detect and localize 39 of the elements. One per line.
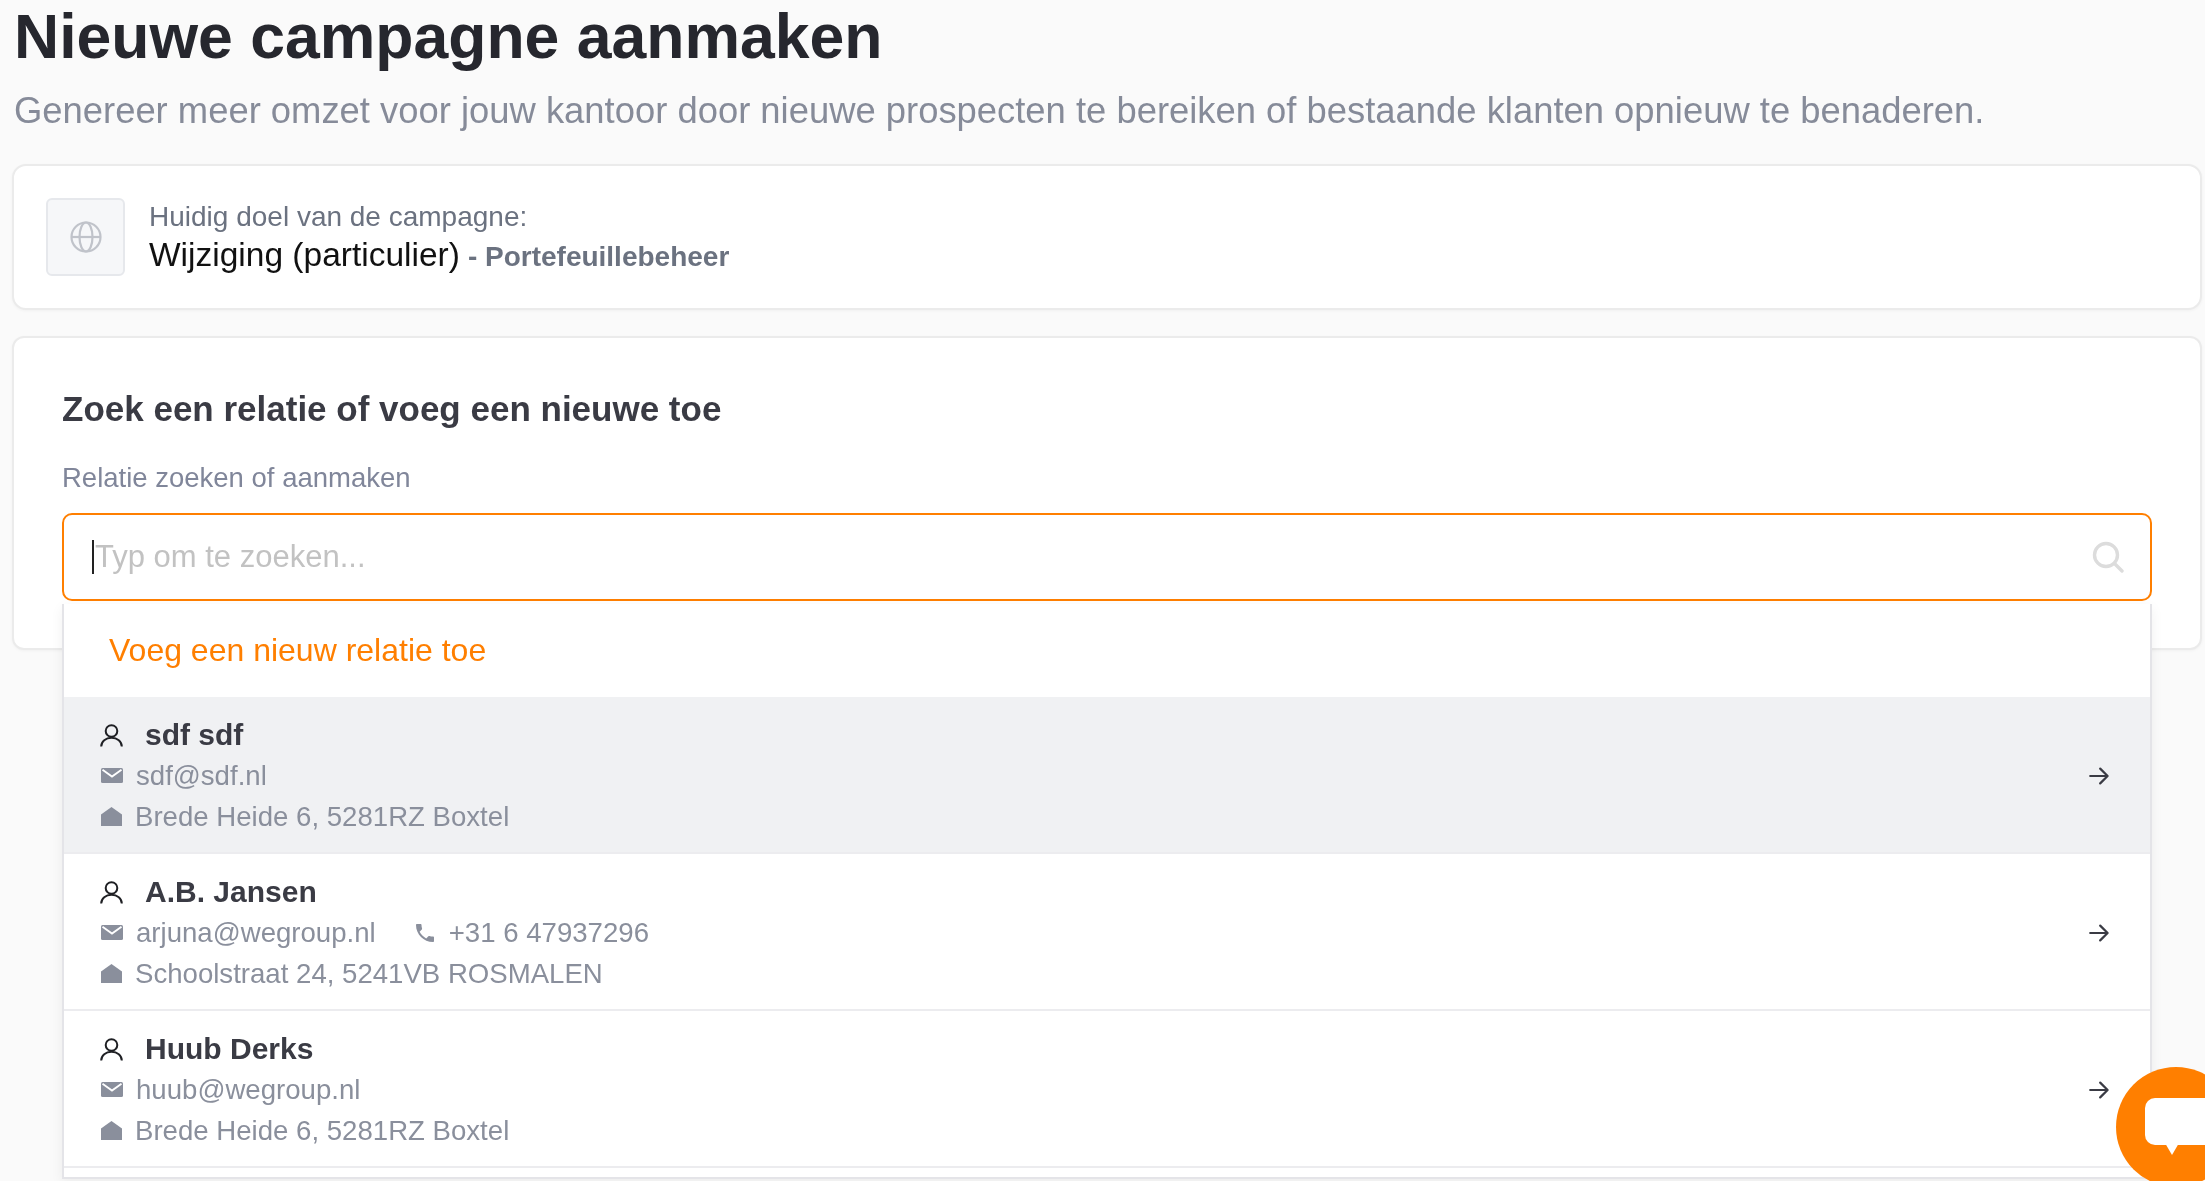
relation-address: Brede Heide 6, 5281RZ Boxtel (135, 800, 510, 833)
relation-phone: +31 6 47937296 (448, 916, 649, 949)
arrow-right-icon (2089, 766, 2109, 787)
relation-name: A.B. Jansen (145, 875, 317, 910)
mail-icon (101, 768, 123, 784)
person-icon (100, 723, 123, 747)
globe-icon (46, 198, 125, 277)
person-icon (100, 1037, 123, 1061)
relation-address: Schoolstraat 24, 5241VB ROSMALEN (135, 957, 603, 990)
goal-label: Huidig doel van de campagne: (149, 199, 528, 234)
mail-icon (101, 925, 123, 941)
home-icon (101, 807, 122, 827)
relation-email: sdf@sdf.nl (136, 759, 267, 792)
page-subtitle: Genereer meer omzet voor jouw kantoor door nieuwe prospecten te bereiken of bestaande klanten opnieuw te benaderen. (13, 88, 1985, 133)
arrow-right-icon (2089, 1080, 2109, 1101)
mail-icon (101, 1082, 123, 1098)
relation-item[interactable]: A.B. Jansen arjuna@wegroup.nl +31 6 47937296 Schoolstraat 24, 5241VB ROSMALEN (64, 854, 2150, 1012)
arrow-right-icon (2089, 923, 2109, 944)
relation-name: sdf sdf (145, 718, 244, 753)
phone-icon (415, 922, 434, 943)
goal-category: - Portefeuillebeheer (467, 240, 730, 273)
search-field[interactable]: Typ om te zoeken... (62, 513, 2152, 602)
relation-item[interactable]: Huub Derks huub@wegroup.nl Brede Heide 6, 5281RZ Boxtel (64, 1011, 2150, 1169)
home-icon (101, 1121, 122, 1141)
search-field-label: Relatie zoeken of aanmaken (62, 461, 411, 496)
text-cursor (92, 540, 94, 575)
relation-item[interactable]: sdf sdf sdf@sdf.nl Brede Heide 6, 5281RZ Boxtel (64, 697, 2150, 855)
person-icon (100, 880, 123, 904)
relation-name: Huub Derks (145, 1032, 314, 1067)
relation-email: arjuna@wegroup.nl (136, 916, 376, 949)
page-title: Nieuwe campagne aanmaken (13, 0, 883, 73)
relation-email: huub@wegroup.nl (136, 1073, 361, 1106)
search-icon (2092, 541, 2124, 574)
chat-bubble-icon (2145, 1098, 2205, 1155)
relation-address: Brede Heide 6, 5281RZ Boxtel (135, 1114, 510, 1147)
chat-button[interactable] (2116, 1067, 2205, 1181)
goal-name: Wijziging (particulier) (149, 234, 460, 275)
home-icon (101, 964, 122, 984)
search-heading: Zoek een relatie of voeg een nieuwe toe (62, 388, 722, 431)
